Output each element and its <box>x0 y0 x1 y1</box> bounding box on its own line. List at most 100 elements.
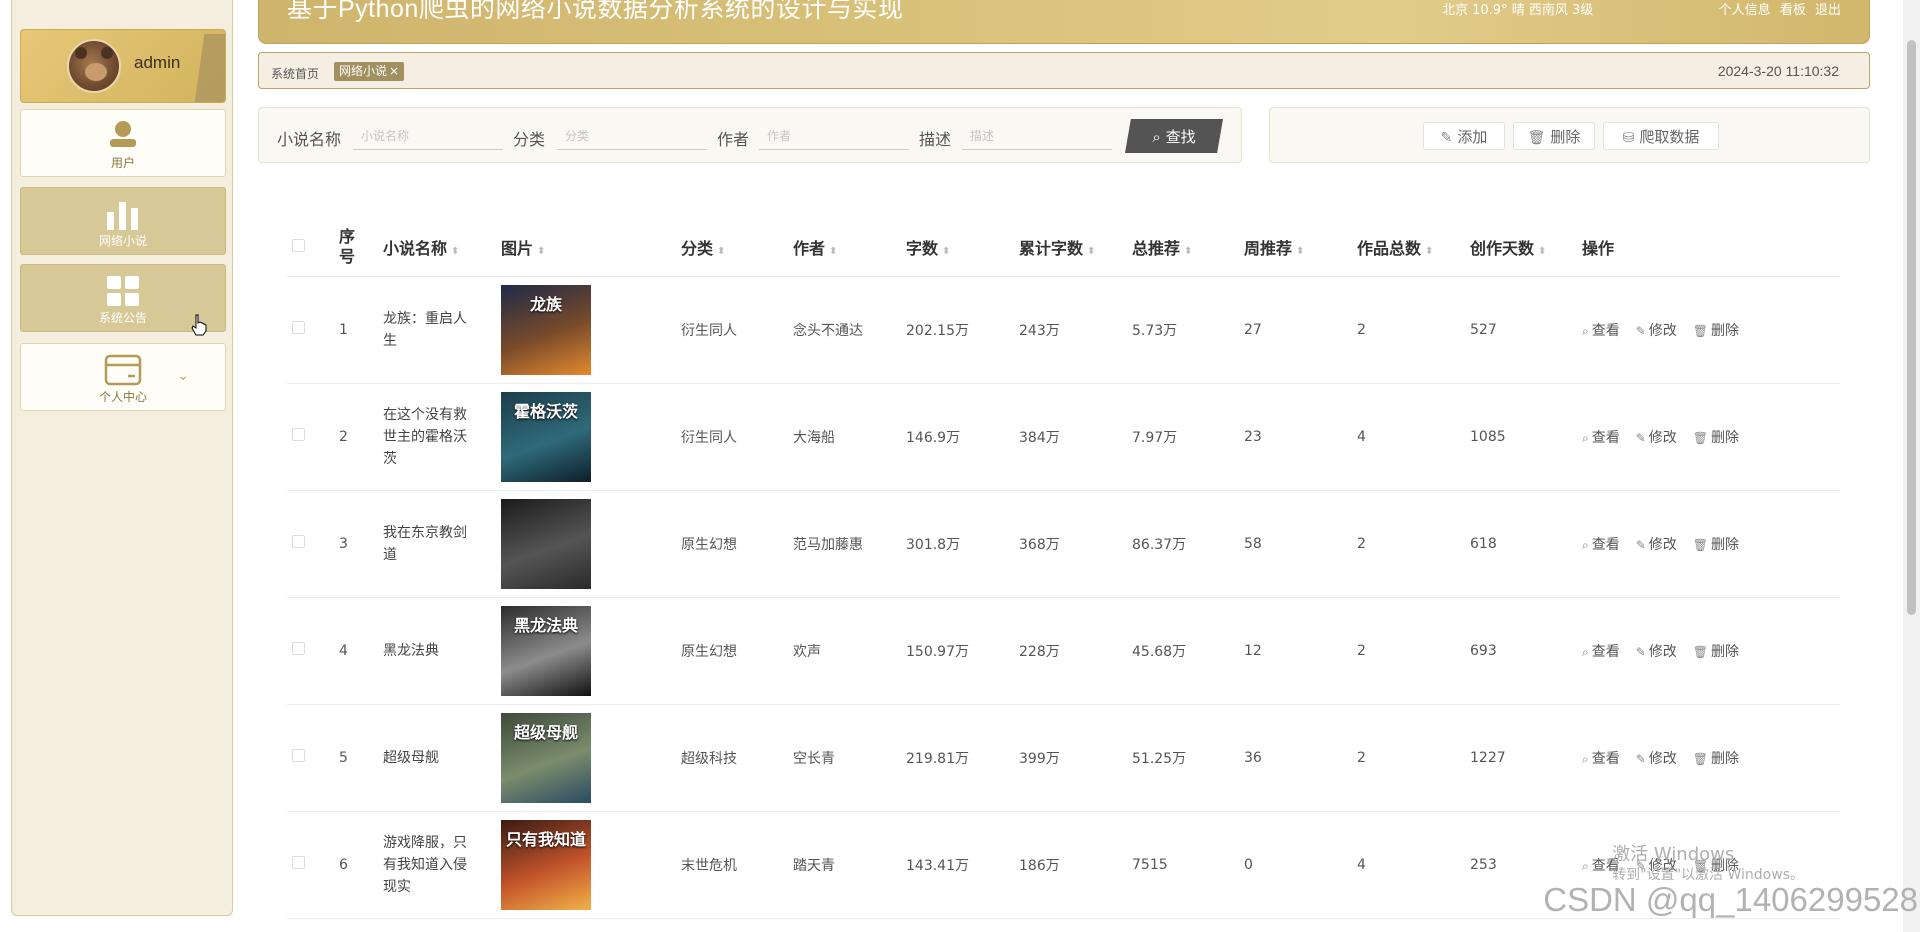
search-button[interactable]: ⌕ 查找 <box>1125 119 1223 153</box>
username: admin <box>134 53 181 72</box>
col-header-name[interactable]: 小说名称 ⬍ <box>383 218 501 277</box>
cell-week-rec: 0 <box>1244 811 1357 919</box>
user-card[interactable]: admin <box>20 29 226 103</box>
view-button[interactable]: ⌕ 查看 <box>1582 537 1620 553</box>
cell-author: 大海船 <box>793 383 906 491</box>
edit-button[interactable]: ✎ 修改 <box>1636 644 1677 660</box>
select-all-checkbox[interactable] <box>292 239 305 253</box>
novel-cover-image[interactable]: 霍格沃茨 <box>501 391 591 482</box>
avatar <box>67 39 121 93</box>
current-datetime: 2024-3-20 11:10:32 <box>1717 63 1839 79</box>
cell-category: 原生幻想 <box>681 490 793 598</box>
top-header: 基于Python爬虫的网络小说数据分析系统的设计与实现 北京 10.9° 晴 西… <box>258 0 1870 44</box>
edit-button[interactable]: ✎ 修改 <box>1636 323 1677 339</box>
cell-category: 原生幻想 <box>681 597 793 705</box>
table-row: 2 在这个没有救世主的霍格沃茨 霍格沃茨 衍生同人 大海船 146.9万 384万 7.97万… <box>287 383 1840 491</box>
col-header-days[interactable]: 创作天数 ⬍ <box>1470 218 1582 277</box>
description-input[interactable] <box>962 122 1112 150</box>
dashboard-link[interactable]: 看板 <box>1780 3 1806 18</box>
cell-author: 欢声 <box>793 597 906 705</box>
delete-label: 删除 <box>1550 127 1581 146</box>
cell-total-rec: 7515 <box>1132 811 1244 919</box>
row-delete-button[interactable]: 🗑 删除 <box>1693 644 1739 660</box>
table-row: 5 超级母舰 超级母舰 超级科技 空长青 219.81万 399万 51.25万 36 2 1227… <box>287 704 1840 812</box>
novel-cover-image[interactable]: 超级母舰 <box>501 712 591 803</box>
breadcrumb-home[interactable]: 系统首页 <box>271 65 319 82</box>
profile-link[interactable]: 个人信息 <box>1719 3 1771 18</box>
sidebar-item-label: 网络小说 <box>98 234 147 248</box>
col-header-author[interactable]: 作者 ⬍ <box>793 218 906 277</box>
col-header-words[interactable]: 字数 ⬍ <box>906 218 1019 277</box>
logout-link[interactable]: 退出 <box>1815 3 1841 18</box>
row-delete-button[interactable]: 🗑 删除 <box>1693 537 1739 553</box>
novel-cover-image[interactable]: 只有我知道 <box>501 819 591 910</box>
crawl-data-button[interactable]: ⛁ 爬取数据 <box>1603 122 1719 150</box>
col-header-week-rec[interactable]: 周推荐 ⬍ <box>1244 218 1357 277</box>
novel-cover-image[interactable] <box>501 498 591 589</box>
row-checkbox[interactable] <box>292 428 305 441</box>
cell-novel-name: 黑龙法典 <box>383 642 439 659</box>
cell-author: 空长青 <box>793 704 906 812</box>
view-button[interactable]: ⌕ 查看 <box>1582 323 1620 339</box>
weather-info: 北京 10.9° 晴 西南风 3级 <box>1442 3 1594 18</box>
row-delete-button[interactable]: 🗑 删除 <box>1693 323 1739 339</box>
author-input[interactable] <box>759 122 909 150</box>
view-button[interactable]: ⌕ 查看 <box>1582 751 1620 767</box>
trash-icon: 🗑 <box>1692 751 1709 766</box>
row-delete-button[interactable]: 🗑 删除 <box>1693 430 1739 446</box>
close-icon[interactable]: × <box>389 64 399 78</box>
cell-works: 2 <box>1357 704 1470 812</box>
view-button[interactable]: ⌕ 查看 <box>1582 644 1620 660</box>
row-delete-button[interactable]: 🗑 删除 <box>1693 751 1739 767</box>
delete-button[interactable]: 🗑 删除 <box>1513 122 1595 150</box>
cell-works: 4 <box>1357 811 1470 919</box>
tab-current-novels[interactable]: 网络小说 × <box>334 62 405 81</box>
table-row: 3 我在东京教剑道 原生幻想 范马加藤惠 301.8万 368万 86.37万 58 2 618 ⌕… <box>287 490 1840 598</box>
col-header-total-rec[interactable]: 总推荐 ⬍ <box>1132 218 1244 277</box>
scrollbar-thumb[interactable] <box>1907 40 1916 615</box>
cover-text: 只有我知道 <box>505 829 586 849</box>
database-icon: ⛁ <box>1622 129 1635 146</box>
col-header-category[interactable]: 分类 ⬍ <box>681 218 793 277</box>
sidebar-item-label: 个人中心 <box>98 390 147 404</box>
novel-name-input[interactable] <box>353 122 503 150</box>
row-checkbox[interactable] <box>292 642 305 655</box>
novel-cover-image[interactable]: 龙族 <box>501 284 591 375</box>
cell-works: 2 <box>1357 276 1470 384</box>
page-scrollbar[interactable] <box>1903 0 1920 932</box>
cell-category: 末世危机 <box>681 811 793 919</box>
row-checkbox[interactable] <box>292 856 305 869</box>
add-button[interactable]: ✎ 添加 <box>1423 122 1505 150</box>
cell-novel-name: 龙族：重启人生 <box>383 310 467 349</box>
edit-button[interactable]: ✎ 修改 <box>1636 751 1677 767</box>
cover-text: 黑龙法典 <box>513 615 578 635</box>
row-checkbox[interactable] <box>292 535 305 548</box>
row-checkbox[interactable] <box>292 749 305 762</box>
col-header-works[interactable]: 作品总数 ⬍ <box>1357 218 1470 277</box>
trash-icon: 🗑 <box>1692 537 1709 552</box>
cell-words: 150.97万 <box>906 597 1019 705</box>
cell-category: 衍生同人 <box>681 276 793 384</box>
category-input[interactable] <box>557 122 707 150</box>
cell-index: 2 <box>339 383 383 491</box>
novel-cover-image[interactable]: 黑龙法典 <box>501 605 591 696</box>
cell-week-rec: 27 <box>1244 276 1357 384</box>
grid-icon <box>107 276 139 306</box>
col-header-total-words[interactable]: 累计字数 ⬍ <box>1019 218 1132 277</box>
chevron-down-icon[interactable]: ⌄ <box>177 368 189 384</box>
edit-button[interactable]: ✎ 修改 <box>1636 537 1677 553</box>
view-button[interactable]: ⌕ 查看 <box>1582 430 1620 446</box>
cell-index: 3 <box>339 490 383 598</box>
cell-novel-name: 游戏降服，只有我知道入侵现实 <box>383 834 467 895</box>
col-header-image[interactable]: 图片 ⬍ <box>501 218 681 277</box>
search-label-name: 小说名称 <box>277 130 342 149</box>
sidebar-item-users[interactable]: 用户 <box>20 109 226 177</box>
row-checkbox[interactable] <box>292 321 305 334</box>
edit-icon: ✎ <box>1635 644 1646 659</box>
bar-chart-icon <box>107 202 138 230</box>
sidebar-item-profile[interactable]: ⌄ 个人中心 <box>20 343 226 411</box>
sidebar-item-novels[interactable]: 网络小说 <box>20 187 226 255</box>
edit-button[interactable]: ✎ 修改 <box>1636 430 1677 446</box>
cell-total-words: 368万 <box>1019 490 1132 598</box>
crawl-label: 爬取数据 <box>1639 127 1700 146</box>
